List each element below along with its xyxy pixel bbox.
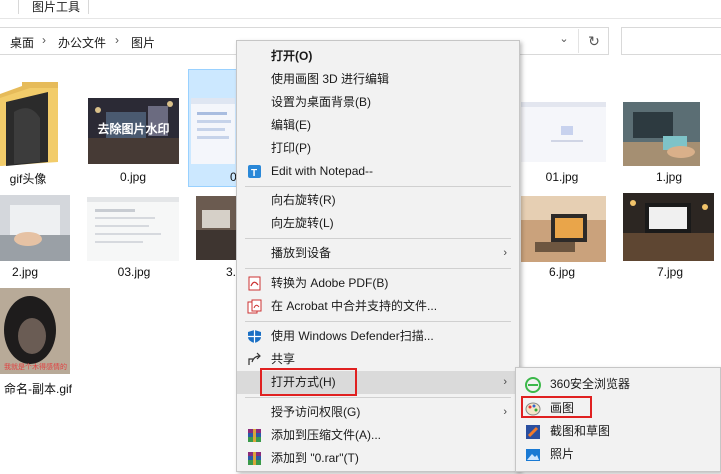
refresh-icon[interactable]: ↻ [578, 29, 609, 53]
ribbon-divider [88, 0, 89, 14]
image-thumbnail[interactable]: 去除图片水印 [88, 98, 179, 164]
menu-item-cast-to-device[interactable]: 播放到设备 › [237, 242, 519, 265]
menu-item-notepad[interactable]: T Edit with Notepad-- [237, 160, 519, 183]
file-name[interactable]: 03.jpg [84, 265, 184, 279]
image-thumbnail[interactable] [623, 193, 714, 261]
chevron-down-icon[interactable]: ⌄ [556, 32, 572, 50]
file-name[interactable]: 2.jpg [0, 265, 75, 279]
notepad-icon: T [247, 164, 262, 179]
image-thumbnail[interactable] [521, 196, 606, 262]
chevron-right-icon[interactable]: › [42, 33, 46, 47]
photos-icon [525, 447, 541, 463]
image-thumbnail[interactable] [191, 98, 235, 164]
pdf-icon [247, 276, 262, 291]
paint-highlight-box [521, 396, 592, 418]
file-name[interactable]: 0. [180, 170, 240, 184]
menu-item-set-wallpaper[interactable]: 设置为桌面背景(B) [237, 91, 519, 114]
breadcrumb-desktop[interactable]: 桌面 [10, 34, 34, 51]
menu-item-rotate-right[interactable]: 向右旋转(R) [237, 189, 519, 212]
chevron-right-icon: › [503, 406, 507, 418]
menu-separator [245, 268, 511, 269]
image-thumbnail[interactable] [196, 196, 236, 260]
file-name[interactable]: 3. [176, 265, 236, 279]
snip-sketch-icon [525, 424, 541, 440]
shield-icon [247, 329, 262, 344]
menu-item-acrobat-combine[interactable]: 在 Acrobat 中合并支持的文件... [237, 295, 519, 318]
file-name[interactable]: gif头像 [0, 170, 78, 187]
chevron-right-icon[interactable]: › [115, 33, 119, 47]
menu-separator [245, 321, 511, 322]
image-thumbnail[interactable] [87, 197, 179, 261]
ribbon-divider [18, 0, 19, 14]
menu-item-add-to-rar[interactable]: 添加到 "0.rar"(T) [237, 447, 519, 470]
menu-item-rotate-left[interactable]: 向左旋转(L) [237, 212, 519, 235]
menu-item-add-to-archive[interactable]: 添加到压缩文件(A)... [237, 424, 519, 447]
open-with-submenu: 360安全浏览器 画图 截图和草图 照片 [515, 367, 721, 472]
menu-item-edit-paint3d[interactable]: 使用画图 3D 进行编辑 [237, 68, 519, 91]
submenu-item-snip-sketch[interactable]: 截图和草图 [516, 420, 721, 443]
menu-separator [245, 186, 511, 187]
folder-icon[interactable] [0, 82, 62, 166]
file-name[interactable]: 0.jpg [83, 170, 183, 184]
file-name[interactable]: 01.jpg [512, 170, 612, 184]
browser-360-icon [525, 377, 541, 393]
tab-picture-tools[interactable]: 图片工具 [32, 0, 80, 16]
image-thumbnail[interactable]: 我就是个木得感情的 [0, 288, 70, 374]
svg-text:T: T [251, 168, 257, 179]
breadcrumb-office-files[interactable]: 办公文件 [58, 34, 106, 51]
file-name[interactable]: 7.jpg [620, 265, 720, 279]
file-name[interactable]: 1.jpg [619, 170, 719, 184]
chevron-right-icon: › [503, 376, 507, 388]
winrar-icon [247, 428, 262, 443]
image-thumbnail[interactable] [521, 102, 606, 162]
menu-item-open[interactable]: 打开(O) [237, 45, 519, 68]
submenu-item-photos[interactable]: 照片 [516, 443, 721, 466]
menu-item-convert-pdf[interactable]: 转换为 Adobe PDF(B) [237, 272, 519, 295]
watermark-text: 我就是个木得感情的 [4, 364, 67, 371]
file-name[interactable]: 6.jpg [512, 265, 612, 279]
menu-item-defender-scan[interactable]: 使用 Windows Defender扫描... [237, 325, 519, 348]
menu-separator [245, 397, 511, 398]
context-menu: 打开(O) 使用画图 3D 进行编辑 设置为桌面背景(B) 编辑(E) 打印(P… [236, 40, 520, 472]
share-icon [247, 352, 262, 367]
menu-item-grant-access[interactable]: 授予访问权限(G) › [237, 401, 519, 424]
open-with-highlight-box [260, 368, 357, 396]
winrar-icon [247, 451, 262, 466]
menu-item-print[interactable]: 打印(P) [237, 137, 519, 160]
acrobat-icon [247, 299, 262, 314]
submenu-item-360-browser[interactable]: 360安全浏览器 [516, 373, 721, 396]
image-thumbnail[interactable] [623, 102, 700, 166]
breadcrumb-pictures[interactable]: 图片 [131, 34, 155, 51]
image-thumbnail[interactable] [0, 195, 70, 261]
ribbon-tab-strip: 图片工具 [0, 0, 721, 19]
file-name[interactable]: 命名-副本.gif [0, 380, 88, 397]
search-input[interactable] [621, 27, 721, 55]
menu-separator [245, 238, 511, 239]
chevron-right-icon: › [503, 247, 507, 259]
watermark-text: 去除图片水印 [97, 122, 170, 136]
menu-item-edit[interactable]: 编辑(E) [237, 114, 519, 137]
